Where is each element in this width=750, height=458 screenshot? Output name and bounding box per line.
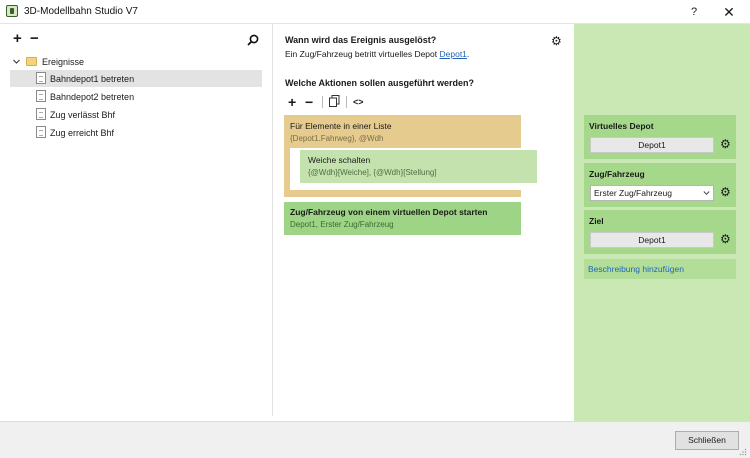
add-action-button[interactable]: + [288, 94, 296, 110]
document-icon [36, 90, 46, 102]
search-icon[interactable] [247, 34, 259, 46]
action-depot-start-block[interactable]: Zug/Fahrzeug von einem virtuellen Depot … [284, 202, 521, 235]
document-icon [36, 108, 46, 120]
tree-item-label: Bahndepot1 betreten [50, 74, 135, 84]
trigger-desc-prefix: Ein Zug/Fahrzeug betritt virtuelles Depo… [285, 49, 440, 59]
events-panel: + − Ereignisse Bahndepot1 betreten Bahnd… [0, 24, 273, 416]
loop-title: Für Elemente in einer Liste [290, 121, 392, 131]
document-icon [36, 126, 46, 138]
switch-params: {@Wdh}[Weiche], {@Wdh}[Stellung] [308, 168, 437, 177]
help-button[interactable]: ? [685, 3, 703, 21]
actions-question: Welche Aktionen sollen ausgeführt werden… [285, 78, 475, 88]
target-depot-button[interactable]: Depot1 [590, 232, 714, 248]
close-window-button[interactable]: ✕ [718, 3, 740, 21]
add-description-link[interactable]: Beschreibung hinzufügen [588, 264, 684, 274]
property-title: Zug/Fahrzeug [589, 169, 645, 179]
app-icon [6, 5, 18, 17]
folder-icon [26, 57, 37, 66]
tree-item-zug-verlaesst[interactable]: Zug verlässt Bhf [10, 106, 262, 123]
code-view-button[interactable]: <> [353, 97, 364, 107]
tree-root-events[interactable]: Ereignisse [12, 56, 262, 70]
add-description-row: Beschreibung hinzufügen [584, 259, 736, 279]
trigger-desc-suffix: . [466, 49, 470, 59]
loop-body: Weiche schalten {@Wdh}[Weiche], {@Wdh}[S… [290, 148, 537, 190]
dialog-footer: Schließen [0, 421, 750, 458]
property-title: Ziel [589, 216, 604, 226]
remove-event-button[interactable]: − [30, 31, 39, 46]
add-event-button[interactable]: + [13, 31, 22, 46]
document-icon [36, 72, 46, 84]
target-property: Ziel Depot1 ⚙ [584, 210, 736, 254]
tree-item-label: Bahndepot2 betreten [50, 92, 135, 102]
tree-item-label: Zug verlässt Bhf [50, 110, 116, 120]
toolbar-divider [346, 96, 347, 108]
vehicle-select-value: Erster Zug/Fahrzeug [594, 188, 672, 198]
action-loop-block[interactable]: Für Elemente in einer Liste {Depot1.Fahr… [284, 115, 537, 197]
title-bar: 3D-Modellbahn Studio V7 ? ✕ [0, 0, 750, 24]
properties-panel: Virtuelles Depot Depot1 ⚙ Zug/Fahrzeug E… [574, 24, 750, 421]
tree-item-zug-erreicht[interactable]: Zug erreicht Bhf [10, 124, 262, 141]
trigger-depot-link[interactable]: Depot1 [440, 49, 467, 59]
gear-icon[interactable]: ⚙ [720, 137, 731, 152]
virtual-depot-button[interactable]: Depot1 [590, 137, 714, 153]
loop-params: {Depot1.Fahrweg}, @Wdh [290, 134, 384, 143]
vehicle-property: Zug/Fahrzeug Erster Zug/Fahrzeug ⚙ [584, 163, 736, 207]
tree-item-bahndepot2[interactable]: Bahndepot2 betreten [10, 88, 262, 105]
tree-item-bahndepot1[interactable]: Bahndepot1 betreten [10, 70, 262, 87]
gear-icon[interactable]: ⚙ [551, 34, 562, 48]
switch-title: Weiche schalten [308, 155, 371, 165]
chevron-down-icon [703, 191, 710, 196]
event-editor: Wann wird das Ereignis ausgelöst? Ein Zu… [274, 24, 574, 416]
chevron-down-icon[interactable] [12, 57, 21, 66]
action-switch-block[interactable]: Weiche schalten {@Wdh}[Weiche], {@Wdh}[S… [300, 150, 537, 183]
gear-icon[interactable]: ⚙ [720, 185, 731, 200]
trigger-question: Wann wird das Ereignis ausgelöst? [285, 35, 437, 45]
gear-icon[interactable]: ⚙ [720, 232, 731, 247]
toolbar-divider [322, 96, 323, 108]
depot-action-params: Depot1, Erster Zug/Fahrzeug [290, 220, 394, 229]
resize-grip-icon[interactable] [739, 448, 747, 456]
virtual-depot-property: Virtuelles Depot Depot1 ⚙ [584, 115, 736, 159]
remove-action-button[interactable]: − [305, 94, 313, 110]
property-title: Virtuelles Depot [589, 121, 654, 131]
depot-action-title: Zug/Fahrzeug von einem virtuellen Depot … [290, 207, 488, 217]
vehicle-select[interactable]: Erster Zug/Fahrzeug [590, 185, 714, 201]
copy-icon[interactable] [329, 95, 340, 107]
tree-item-label: Zug erreicht Bhf [50, 128, 115, 138]
tree-root-label: Ereignisse [42, 57, 85, 67]
window-title: 3D-Modellbahn Studio V7 [24, 6, 138, 17]
trigger-description: Ein Zug/Fahrzeug betritt virtuelles Depo… [285, 49, 469, 59]
close-button[interactable]: Schließen [675, 431, 739, 450]
